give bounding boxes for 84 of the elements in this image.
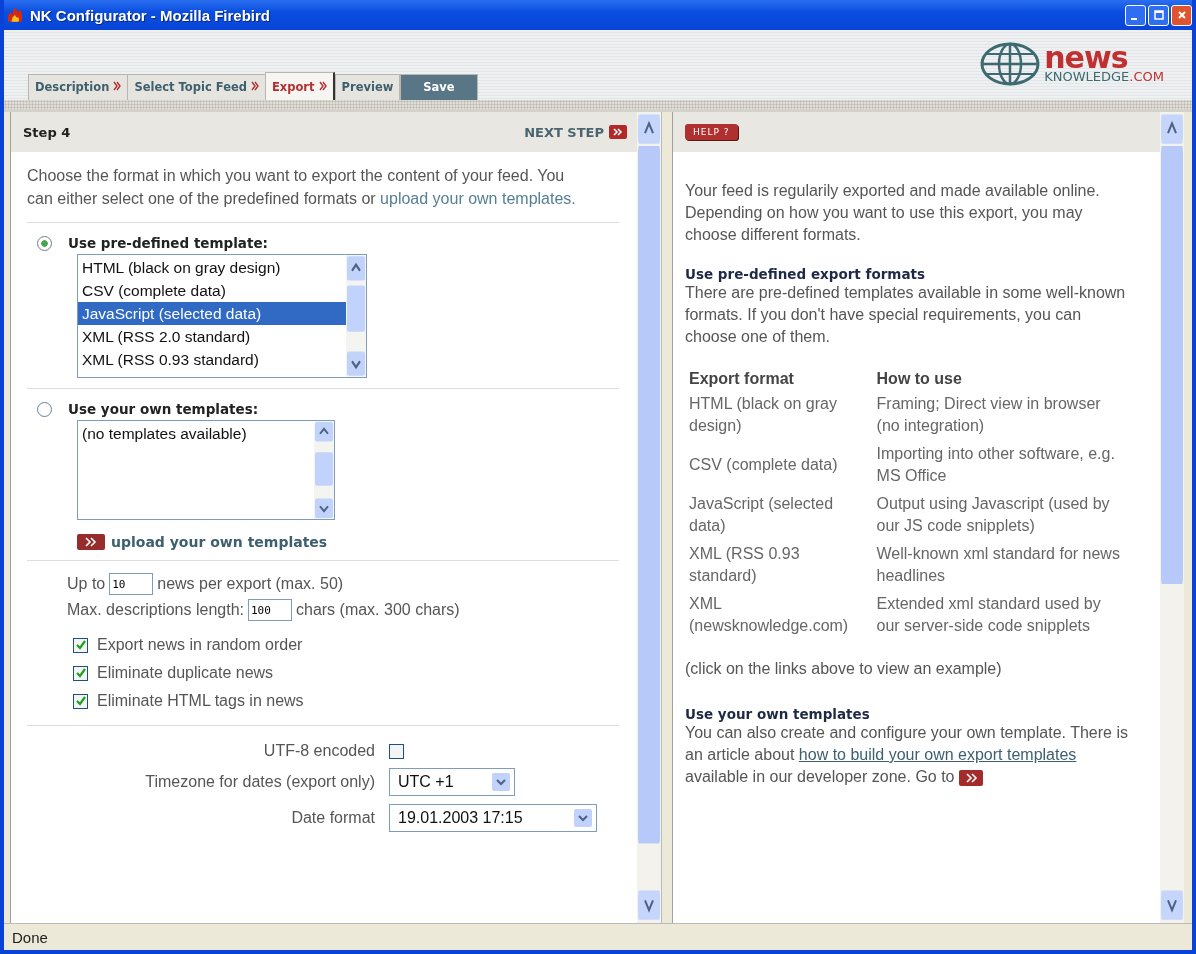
- field-label: Max. descriptions length:: [67, 601, 244, 619]
- field-label: Timezone for dates (export only): [145, 773, 375, 791]
- help-button[interactable]: HELP ?: [685, 124, 738, 140]
- table-cell: XML (RSS 0.93 standard): [689, 545, 800, 584]
- table-cell: Framing; Direct view in browser (no integration): [876, 395, 1101, 434]
- option-label: Use your own templates:: [68, 401, 259, 417]
- field-label: Date format: [291, 809, 375, 827]
- scrollbar-drawing[interactable]: [314, 421, 334, 519]
- globe-icon: [980, 42, 1041, 86]
- double-chevron-icon: [77, 534, 105, 550]
- maximize-button[interactable]: [1148, 4, 1169, 26]
- step-tab[interactable]: Save: [400, 74, 478, 100]
- chevron-icon: [113, 81, 122, 91]
- step-tab[interactable]: Select Topic Feed: [127, 74, 265, 100]
- checkbox-label: Export news in random order: [97, 636, 303, 654]
- template-listbox[interactable]: HTML (black on gray design) CSV (complete data) JavaScript (selected data) XML (RSS 2.0 standard) XML (RSS 0.93 standard): [77, 254, 367, 378]
- checkbox-label: Eliminate HTML tags in news: [97, 692, 304, 710]
- checkbox[interactable]: [389, 743, 404, 759]
- scrollbar-drawing[interactable]: [346, 255, 366, 377]
- checkbox[interactable]: [73, 665, 88, 681]
- status-text: Done: [12, 928, 48, 946]
- number-field[interactable]: 100: [248, 599, 292, 621]
- double-chevron-icon[interactable]: [958, 769, 983, 786]
- checkbox[interactable]: [73, 693, 88, 709]
- caret-icon: [492, 773, 510, 791]
- help-intro-text: Your feed is regularily exported and made available online. Depending on how you want to use this export, you may choose different formats.: [685, 181, 1101, 245]
- column-header: Export format: [688, 369, 795, 389]
- number-field[interactable]: 10: [109, 573, 154, 595]
- chevron-icon: [318, 81, 327, 91]
- checkbox-label: Eliminate duplicate news: [97, 664, 274, 682]
- step-tab[interactable]: Preview: [334, 74, 401, 100]
- template-listbox[interactable]: (no templates available): [77, 420, 335, 520]
- list-item[interactable]: XML (RSS 2.0 standard): [78, 325, 346, 348]
- section-text: You can also create and configure your own template. There is an article about how to build your own export templates available in our developer zone. Go to: [685, 723, 1129, 788]
- field-hint: chars (max. 300 chars): [296, 601, 460, 619]
- section-heading: Use pre-defined export formats: [685, 266, 926, 282]
- table-cell: Extended xml standard used by our server-side code snipplets: [876, 595, 1101, 634]
- list-item[interactable]: JavaScript (selected data): [78, 302, 346, 325]
- list-item[interactable]: (no templates available): [78, 422, 314, 445]
- upload-templates-link[interactable]: upload your own templates: [77, 534, 328, 550]
- column-header: How to use: [875, 369, 963, 389]
- table-cell: HTML (black on gray design): [689, 395, 837, 434]
- section-heading: Use your own templates: [685, 706, 871, 722]
- flame-icon: [6, 6, 24, 24]
- minimize-icon: [1130, 18, 1137, 20]
- chevron-icon: [250, 81, 259, 91]
- field-label: Up to: [67, 575, 106, 593]
- table-cell: CSV (complete data): [689, 456, 838, 473]
- list-item[interactable]: CSV (complete data): [78, 279, 346, 302]
- minimize-button[interactable]: [1125, 4, 1146, 26]
- checkbox[interactable]: [73, 637, 88, 653]
- table-cell: JavaScript (selected data): [689, 495, 834, 534]
- close-icon: [1176, 10, 1187, 20]
- scrollbar-drawing[interactable]: [637, 112, 661, 923]
- logo-domain: KNOWLEDGE.COM: [1044, 69, 1164, 83]
- maximize-icon: [1153, 10, 1164, 20]
- logo-wordmark: news: [1044, 45, 1128, 70]
- section-text: There are pre-defined templates available in some well-known formats. If you don't have special requirements, you can choose one of them.: [685, 283, 1127, 347]
- radio-button[interactable]: [37, 401, 52, 417]
- article-link[interactable]: how to build your own export templates: [798, 746, 1077, 763]
- step-tab[interactable]: Description: [28, 74, 128, 100]
- next-step-link[interactable]: NEXT STEP: [524, 124, 627, 140]
- close-button[interactable]: [1171, 4, 1192, 26]
- upload-templates-link[interactable]: upload your own templates.: [380, 190, 576, 207]
- caret-icon: [574, 809, 592, 827]
- dropdown[interactable]: 19.01.2003 17:15: [389, 804, 597, 832]
- intro-text: Choose the format in which you want to export the content of your feed. You can either select one of the predefined formats or upload your own templates.: [27, 166, 577, 209]
- field-hint: news per export (max. 50): [157, 575, 344, 593]
- dropdown[interactable]: UTC +1: [389, 768, 515, 796]
- option-label: Use pre-defined template:: [68, 235, 268, 251]
- radio-button[interactable]: [37, 235, 52, 251]
- table-cell: Importing into other software, e.g. MS Office: [876, 445, 1115, 484]
- table-cell: XML (newsknowledge.com): [689, 595, 849, 634]
- step-tab[interactable]: Export: [264, 72, 335, 100]
- double-chevron-icon: [609, 125, 627, 139]
- window-title: NK Configurator - Mozilla Firebird: [30, 6, 270, 24]
- list-item[interactable]: XML (RSS 0.93 standard): [78, 348, 346, 371]
- scrollbar-drawing[interactable]: [1160, 112, 1184, 923]
- checkbox-label: UTF-8 encoded: [263, 742, 375, 760]
- table-cell: Output using Javascript (used by our JS code snipplets): [876, 495, 1110, 534]
- list-item[interactable]: HTML (black on gray design): [78, 256, 346, 279]
- example-note: (click on the links above to view an example): [685, 659, 1003, 679]
- step-title: Step 4: [23, 124, 71, 140]
- table-cell: Well-known xml standard for news headlines: [876, 545, 1120, 584]
